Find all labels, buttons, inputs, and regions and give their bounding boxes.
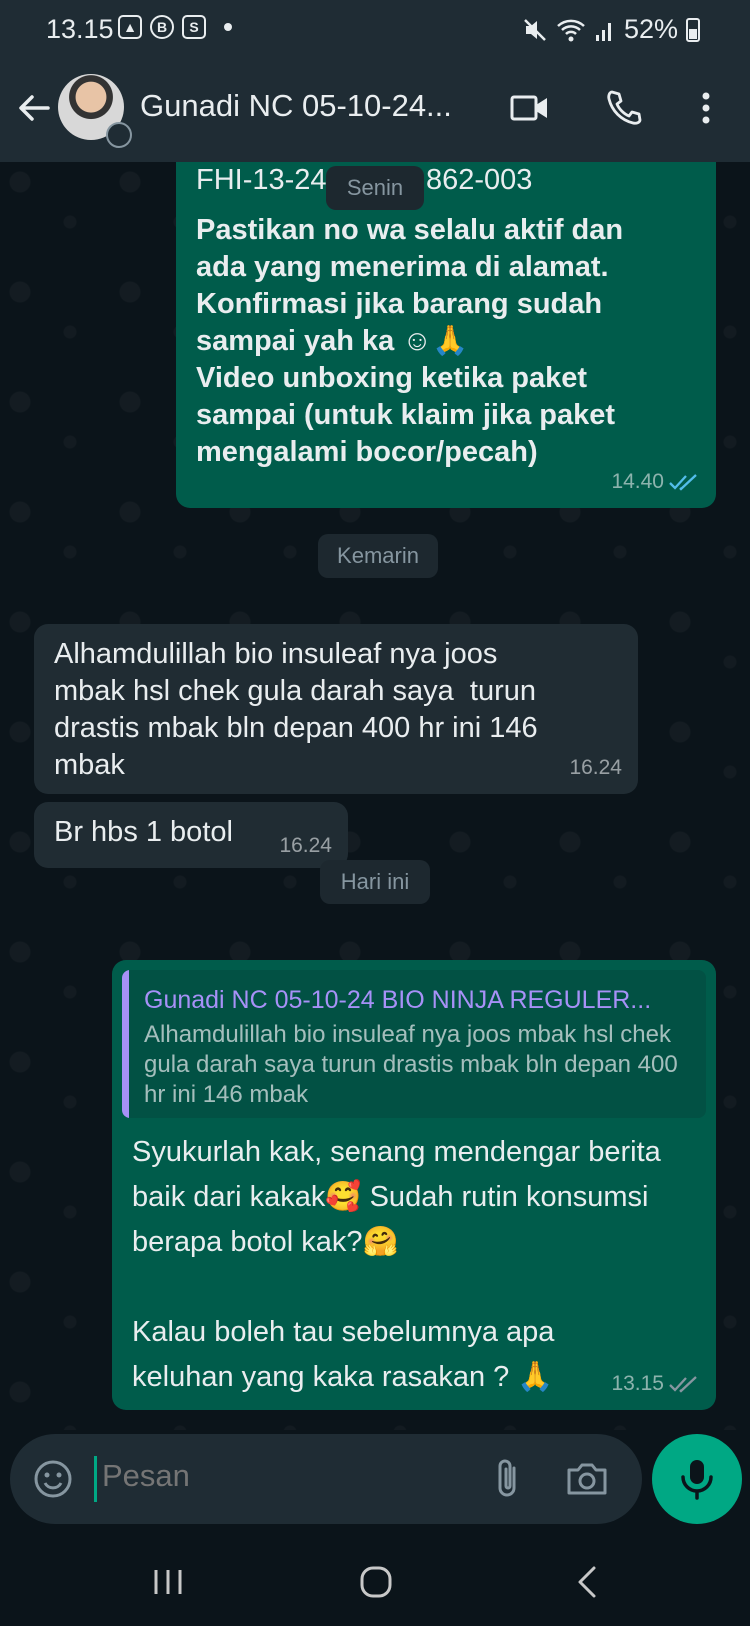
notification-icons: ▲ B S bbox=[118, 15, 232, 39]
more-options-icon[interactable] bbox=[684, 86, 728, 130]
reply-text: Alhamdulillah bio insuleaf nya joos mbak… bbox=[144, 1021, 678, 1108]
status-bar: 13.15 ▲ B S 52% bbox=[0, 0, 750, 60]
mute-icon bbox=[524, 18, 546, 41]
reply-accent-bar bbox=[122, 970, 129, 1118]
message-time: 16.24 bbox=[279, 834, 332, 857]
chat-header: Gunadi NC 05-10-24... bbox=[0, 60, 750, 162]
message-text: Pastikan no wa selalu aktif dan ada yang… bbox=[196, 214, 624, 468]
incoming-message-1[interactable]: Alhamdulillah bio insuleaf nya joos mbak… bbox=[34, 624, 638, 794]
shop-notification-icon: S bbox=[182, 15, 206, 39]
quoted-reply[interactable]: Gunadi NC 05-10-24 BIO NINJA REGULER... … bbox=[122, 970, 706, 1118]
message-time: 13.15 bbox=[611, 1372, 664, 1395]
attach-icon[interactable] bbox=[486, 1456, 530, 1502]
read-ticks-icon bbox=[669, 474, 697, 491]
status-right: 52% bbox=[522, 14, 700, 45]
signal-icon bbox=[595, 22, 611, 41]
message-text: Alhamdulillah bio insuleaf nya joos mbak… bbox=[54, 638, 538, 781]
status-ring-icon bbox=[106, 122, 132, 148]
battery-icon bbox=[686, 17, 700, 42]
status-time: 13.15 bbox=[46, 14, 114, 44]
date-pill-kemarin: Kemarin bbox=[318, 534, 438, 578]
battery-percent: 52% bbox=[623, 14, 678, 44]
reply-sender: Gunadi NC 05-10-24 BIO NINJA REGULER... bbox=[144, 986, 652, 1014]
back-nav-icon[interactable] bbox=[566, 1562, 610, 1602]
message-time: 16.24 bbox=[569, 756, 622, 779]
message-time: 14.40 bbox=[611, 470, 664, 493]
outgoing-message-2[interactable]: Gunadi NC 05-10-24 BIO NINJA REGULER... … bbox=[112, 960, 716, 1410]
mic-icon bbox=[681, 1460, 713, 1500]
outgoing-message-1[interactable]: FHI-13-24 862-003 Pastikan no wa selalu … bbox=[176, 162, 716, 508]
message-text-start: FHI-13-24 bbox=[196, 164, 327, 196]
delivered-ticks-icon bbox=[669, 1376, 697, 1393]
message-input-bar bbox=[10, 1434, 642, 1524]
contact-name[interactable]: Gunadi NC 05-10-24... bbox=[140, 88, 452, 124]
home-icon[interactable] bbox=[354, 1562, 398, 1602]
video-call-icon[interactable] bbox=[508, 86, 552, 130]
voice-call-icon[interactable] bbox=[602, 86, 646, 130]
wifi-icon bbox=[557, 19, 585, 41]
more-notifications-icon bbox=[224, 23, 232, 31]
emoji-icon[interactable] bbox=[30, 1456, 76, 1502]
back-arrow-icon[interactable] bbox=[14, 88, 54, 128]
chat-area[interactable]: FHI-13-24 862-003 Pastikan no wa selalu … bbox=[0, 162, 750, 1430]
camera-icon[interactable] bbox=[564, 1456, 610, 1502]
date-pill-hari-ini: Hari ini bbox=[320, 860, 430, 904]
incoming-message-2[interactable]: Br hbs 1 botol 16.24 bbox=[34, 802, 348, 868]
message-text: Br hbs 1 botol bbox=[54, 816, 233, 848]
message-input[interactable] bbox=[102, 1458, 462, 1494]
gallery-notification-icon: ▲ bbox=[118, 15, 142, 39]
system-nav-bar bbox=[0, 1536, 750, 1626]
message-text: Syukurlah kak, senang mendengar berita b… bbox=[132, 1136, 661, 1393]
date-pill-senin: Senin bbox=[326, 166, 424, 210]
mic-button[interactable] bbox=[652, 1434, 742, 1524]
message-text-end: 862-003 bbox=[426, 164, 533, 196]
b-notification-icon: B bbox=[150, 15, 174, 39]
recent-apps-icon[interactable] bbox=[146, 1562, 190, 1602]
text-caret bbox=[94, 1456, 97, 1502]
